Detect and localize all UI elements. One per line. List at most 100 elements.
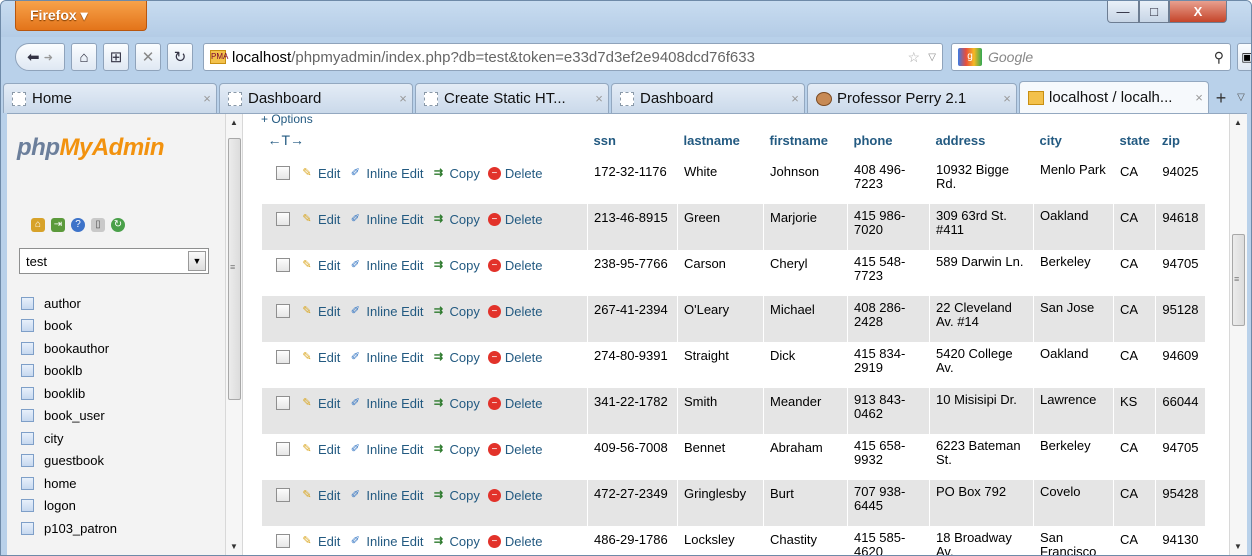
cell-lastname[interactable]: O'Leary bbox=[677, 296, 764, 342]
cell-zip[interactable]: 94025 bbox=[1155, 158, 1205, 204]
cell-ssn[interactable]: 238-95-7766 bbox=[587, 250, 678, 296]
edit-link[interactable]: ✎ Edit bbox=[300, 304, 340, 319]
cell-phone[interactable]: 408 286-2428 bbox=[847, 296, 930, 342]
sidebar-table-name[interactable]: logon bbox=[44, 498, 76, 513]
table-icon[interactable] bbox=[21, 454, 34, 468]
search-box[interactable]: g Google ⚲ bbox=[951, 43, 1231, 71]
delete-link[interactable]: − Delete bbox=[487, 166, 542, 181]
delete-link[interactable]: − Delete bbox=[487, 534, 542, 549]
cell-city[interactable]: Berkeley bbox=[1033, 250, 1114, 296]
close-tab-icon[interactable]: × bbox=[198, 91, 216, 106]
cell-ssn[interactable]: 274-80-9391 bbox=[587, 342, 678, 388]
sidebar-table-name[interactable]: author bbox=[44, 296, 81, 311]
close-tab-icon[interactable]: × bbox=[786, 91, 804, 106]
cell-lastname[interactable]: White bbox=[677, 158, 764, 204]
inline-edit-link[interactable]: ✐ Inline Edit bbox=[348, 212, 424, 227]
edit-link[interactable]: ✎ Edit bbox=[300, 350, 340, 365]
close-tab-icon[interactable]: × bbox=[1190, 90, 1208, 105]
cell-zip[interactable]: 94705 bbox=[1155, 250, 1205, 296]
sidebar-table-name[interactable]: booklib bbox=[44, 386, 85, 401]
copy-link[interactable]: ⇉ Copy bbox=[432, 488, 480, 503]
help-icon[interactable]: ? bbox=[71, 218, 85, 232]
table-icon[interactable] bbox=[21, 296, 34, 310]
cell-address[interactable]: 22 Cleveland Av. #14 bbox=[929, 296, 1034, 342]
cell-address[interactable]: 589 Darwin Ln. bbox=[929, 250, 1034, 296]
row-checkbox[interactable] bbox=[276, 349, 290, 364]
maximize-button[interactable]: □ bbox=[1139, 1, 1169, 23]
cell-firstname[interactable]: Johnson bbox=[763, 158, 848, 204]
close-window-button[interactable]: X bbox=[1169, 1, 1227, 23]
cell-phone[interactable]: 707 938-6445 bbox=[847, 480, 930, 526]
inline-edit-link[interactable]: ✐ Inline Edit bbox=[348, 258, 424, 273]
cell-address[interactable]: 10932 Bigge Rd. bbox=[929, 158, 1034, 204]
column-header-address[interactable]: address bbox=[930, 122, 1034, 158]
column-move-arrows[interactable]: ←T→ bbox=[262, 122, 588, 158]
sidebar-table-name[interactable]: p103_patron bbox=[44, 521, 117, 536]
cell-zip[interactable]: 94130 bbox=[1155, 526, 1205, 555]
cell-phone[interactable]: 415 834-2919 bbox=[847, 342, 930, 388]
sidebar-table-name[interactable]: book_user bbox=[44, 408, 105, 423]
cell-state[interactable]: CA bbox=[1112, 296, 1156, 342]
main-scrollbar[interactable]: ▲ ≡ ▼ bbox=[1229, 114, 1247, 555]
row-checkbox[interactable] bbox=[276, 165, 290, 180]
inline-edit-link[interactable]: ✐ Inline Edit bbox=[348, 350, 424, 365]
sidebar-table-item[interactable]: booklib bbox=[21, 382, 221, 405]
back-forward-button[interactable]: ⬅ ➜ bbox=[15, 43, 65, 71]
table-icon[interactable] bbox=[21, 364, 34, 378]
cell-lastname[interactable]: Green bbox=[677, 204, 764, 250]
tab-dashboard-1[interactable]: Dashboard × bbox=[219, 83, 413, 113]
cell-phone[interactable]: 415 658-9932 bbox=[847, 434, 930, 480]
cell-city[interactable]: San Francisco bbox=[1033, 526, 1114, 555]
cell-lastname[interactable]: Smith bbox=[677, 388, 764, 434]
reload-nav-icon[interactable]: ↻ bbox=[111, 218, 125, 232]
tab-professor-perry[interactable]: Professor Perry 2.1 × bbox=[807, 83, 1017, 113]
cell-address[interactable]: 309 63rd St. #411 bbox=[929, 204, 1034, 250]
home-icon[interactable]: ⌂ bbox=[31, 218, 45, 232]
tab-groups-button[interactable]: ⊞ bbox=[103, 43, 129, 71]
home-button[interactable]: ⌂ bbox=[71, 43, 97, 71]
sidebar-table-item[interactable]: booklb bbox=[21, 360, 221, 383]
row-checkbox[interactable] bbox=[276, 487, 290, 502]
sidebar-table-name[interactable]: home bbox=[44, 476, 77, 491]
cell-state[interactable]: CA bbox=[1112, 158, 1156, 204]
cell-state[interactable]: CA bbox=[1112, 526, 1156, 555]
cell-city[interactable]: Oakland bbox=[1033, 204, 1114, 250]
cell-city[interactable]: Oakland bbox=[1033, 342, 1114, 388]
cell-lastname[interactable]: Straight bbox=[677, 342, 764, 388]
reload-button[interactable]: ↻ bbox=[167, 43, 193, 71]
edit-link[interactable]: ✎ Edit bbox=[300, 534, 340, 549]
copy-link[interactable]: ⇉ Copy bbox=[432, 534, 480, 549]
cell-ssn[interactable]: 409-56-7008 bbox=[587, 434, 678, 480]
cell-state[interactable]: CA bbox=[1112, 250, 1156, 296]
column-header-state[interactable]: state bbox=[1114, 122, 1156, 158]
cell-zip[interactable]: 94618 bbox=[1155, 204, 1205, 250]
cell-phone[interactable]: 415 986-7020 bbox=[847, 204, 930, 250]
cell-state[interactable]: CA bbox=[1112, 342, 1156, 388]
copy-link[interactable]: ⇉ Copy bbox=[432, 258, 480, 273]
sidebar-table-name[interactable]: book bbox=[44, 318, 72, 333]
phpmyadmin-logo[interactable]: phpMyAdmin bbox=[17, 134, 164, 162]
sidebar-table-item[interactable]: home bbox=[21, 472, 221, 495]
sidebar-table-item[interactable]: bookauthor bbox=[21, 337, 221, 360]
table-icon[interactable] bbox=[21, 341, 34, 355]
tab-home[interactable]: Home × bbox=[3, 83, 217, 113]
column-header-firstname[interactable]: firstname bbox=[764, 122, 848, 158]
cell-firstname[interactable]: Marjorie bbox=[763, 204, 848, 250]
cell-firstname[interactable]: Cheryl bbox=[763, 250, 848, 296]
copy-link[interactable]: ⇉ Copy bbox=[432, 212, 480, 227]
cell-firstname[interactable]: Chastity bbox=[763, 526, 848, 555]
inline-edit-link[interactable]: ✐ Inline Edit bbox=[348, 304, 424, 319]
edit-link[interactable]: ✎ Edit bbox=[300, 212, 340, 227]
cell-zip[interactable]: 95428 bbox=[1155, 480, 1205, 526]
table-icon[interactable] bbox=[21, 431, 34, 445]
row-checkbox[interactable] bbox=[276, 533, 290, 548]
cell-city[interactable]: Menlo Park bbox=[1033, 158, 1114, 204]
table-icon[interactable] bbox=[21, 499, 34, 513]
sidebar-table-item[interactable]: guestbook bbox=[21, 450, 221, 473]
tab-dashboard-2[interactable]: Dashboard × bbox=[611, 83, 805, 113]
delete-link[interactable]: − Delete bbox=[487, 396, 542, 411]
bookmark-star-icon[interactable]: ☆ bbox=[907, 49, 920, 66]
table-icon[interactable] bbox=[21, 386, 34, 400]
delete-link[interactable]: − Delete bbox=[487, 212, 542, 227]
tab-phpmyadmin-active[interactable]: localhost / localh... × bbox=[1019, 81, 1209, 113]
